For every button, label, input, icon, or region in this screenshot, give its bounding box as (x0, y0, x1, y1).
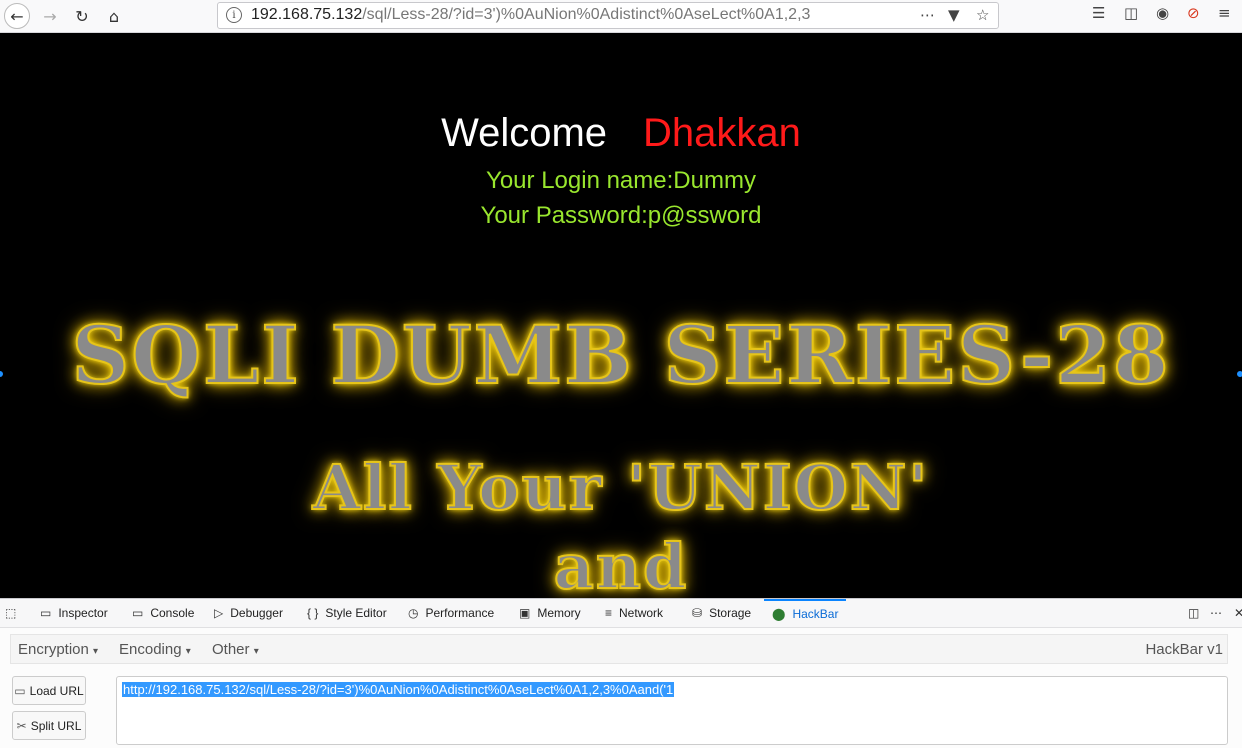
load-url-label: Load URL (29, 683, 84, 698)
browser-toolbar: ← → ↻ ⌂ i 192.168.75.132/sql/Less-28/?id… (0, 0, 1242, 33)
url-path: /sql/Less-28/?id=3')%0AuNion%0Adistinct%… (362, 6, 811, 23)
url-bar[interactable]: i 192.168.75.132/sql/Less-28/?id=3')%0Au… (217, 2, 999, 29)
element-picker-icon[interactable]: ⬚ (5, 599, 23, 627)
menu-label: Other (212, 641, 250, 658)
page-content: Welcome Dhakkan Your Login name:Dummy You… (0, 33, 1242, 598)
tab-label: Debugger (230, 606, 283, 620)
login-name-text: Your Login name:Dummy (486, 167, 756, 194)
hackbar-menu: Encryption ▾ Encoding ▾ Other ▾ HackBar … (10, 634, 1228, 664)
load-icon: ▭ (14, 683, 26, 698)
sync-icon[interactable]: ◉ (1156, 4, 1169, 22)
devtools-menu-icon[interactable]: ⋯ (1210, 599, 1229, 627)
tab-storage[interactable]: ⛁ Storage (692, 599, 751, 627)
tab-label: Style Editor (325, 606, 387, 620)
and-banner-line: and (553, 529, 689, 598)
site-info-icon[interactable]: i (226, 7, 242, 23)
menu-icon[interactable]: ≡ (1218, 4, 1231, 22)
library-icon[interactable]: ☰ (1092, 4, 1105, 22)
other-menu[interactable]: Other ▾ (212, 641, 259, 658)
dock-toggle-icon[interactable]: ◫ (1188, 599, 1206, 627)
chevron-down-icon: ▾ (185, 646, 191, 657)
tab-label: Memory (537, 606, 581, 620)
hackbar-version: HackBar v1 (1145, 641, 1223, 658)
pocket-icon[interactable]: ▼ (948, 6, 960, 24)
split-url-button[interactable]: ✂ Split URL (12, 711, 86, 740)
tab-label: Performance (425, 606, 495, 620)
tab-inspector[interactable]: ▭ Inspector (40, 599, 108, 627)
tab-console[interactable]: ▭ Console (132, 599, 194, 627)
chevron-down-icon: ▾ (253, 646, 259, 657)
load-url-button[interactable]: ▭ Load URL (12, 676, 86, 705)
tab-label: HackBar (792, 607, 839, 621)
hackbar-url-textarea[interactable]: http://192.168.75.132/sql/Less-28/?id=3'… (116, 676, 1228, 745)
series-title-banner: SQLI DUMB SERIES-28 (70, 307, 1171, 403)
devtools-close-icon[interactable]: ✕ (1234, 599, 1242, 627)
hackbar-icon: ⬤ (772, 607, 786, 621)
chevron-down-icon: ▾ (93, 646, 99, 657)
reload-icon[interactable]: ↻ (70, 4, 94, 28)
username-text: Dhakkan (643, 111, 801, 155)
password-text: Your Password:p@ssword (480, 202, 762, 229)
sidebar-icon[interactable]: ◫ (1124, 4, 1138, 22)
tab-memory[interactable]: ▣ Memory (519, 599, 581, 627)
style-editor-icon: { } (307, 606, 319, 620)
devtools-tabbar: ⬚ ▭ Inspector ▭ Console ▷ Debugger { } Style… (0, 599, 1242, 628)
url-text[interactable]: 192.168.75.132/sql/Less-28/?id=3')%0AuNi… (251, 6, 901, 24)
encoding-menu[interactable]: Encoding ▾ (119, 641, 191, 658)
tab-performance[interactable]: ◷ Performance (408, 599, 494, 627)
tab-label: Inspector (58, 606, 108, 620)
resize-handle-right[interactable] (1237, 371, 1242, 377)
tab-debugger[interactable]: ▷ Debugger (214, 599, 283, 627)
menu-label: Encoding (119, 641, 182, 658)
tab-label: Console (150, 606, 195, 620)
console-icon: ▭ (132, 606, 144, 620)
split-url-label: Split URL (30, 718, 82, 733)
memory-icon: ▣ (519, 606, 531, 620)
tab-network[interactable]: ≡ Network (605, 599, 663, 627)
back-icon[interactable]: ← (4, 3, 30, 29)
welcome-line: Welcome Dhakkan (0, 111, 1242, 156)
debugger-icon: ▷ (214, 606, 224, 620)
inspector-icon: ▭ (40, 606, 52, 620)
home-icon[interactable]: ⌂ (102, 4, 126, 28)
storage-icon: ⛁ (692, 606, 703, 620)
noscript-icon[interactable]: ⊘ (1187, 4, 1200, 22)
bookmark-star-icon[interactable]: ☆ (976, 6, 989, 24)
url-host: 192.168.75.132 (251, 6, 363, 23)
performance-icon: ◷ (408, 606, 419, 620)
tab-hackbar[interactable]: ⬤ HackBar (764, 599, 847, 627)
tab-style-editor[interactable]: { } Style Editor (307, 599, 387, 627)
scissors-icon: ✂ (16, 718, 27, 733)
tab-label: Network (619, 606, 664, 620)
url-input-text: http://192.168.75.132/sql/Less-28/?id=3'… (122, 682, 675, 697)
page-actions-icon[interactable]: ⋯ (920, 6, 935, 24)
union-banner-line: All Your 'UNION' (312, 450, 930, 525)
forward-icon[interactable]: → (38, 4, 62, 28)
network-icon: ≡ (605, 606, 613, 620)
tab-label: Storage (709, 606, 752, 620)
menu-label: Encryption (18, 641, 89, 658)
welcome-text: Welcome (441, 111, 608, 155)
encryption-menu[interactable]: Encryption ▾ (18, 641, 98, 658)
